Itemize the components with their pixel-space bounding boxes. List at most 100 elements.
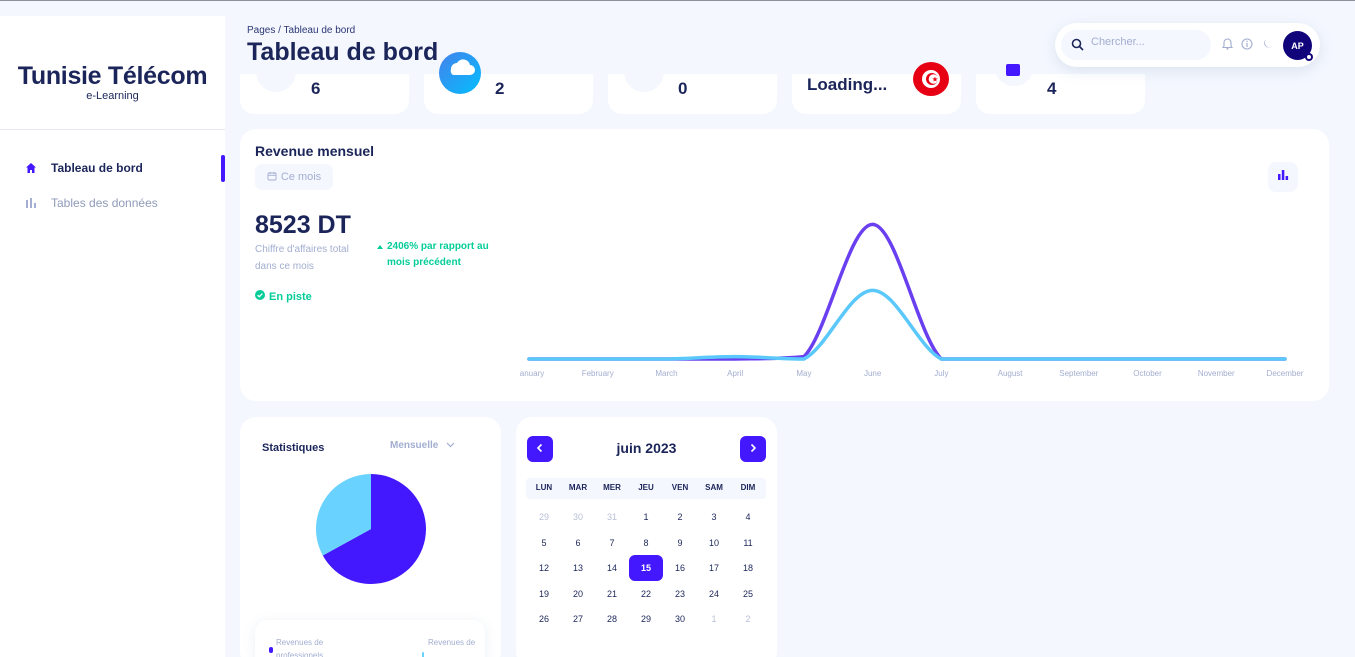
stat-card: 2: [424, 52, 593, 114]
calendar-weekday: SAM: [705, 483, 723, 492]
legend-label: Revenues de professionels: [276, 638, 324, 657]
calendar-prev-button[interactable]: [527, 436, 553, 462]
calendar-day[interactable]: 26: [527, 614, 561, 624]
period-select-value: Mensuelle: [390, 440, 439, 451]
x-tick-label: March: [655, 369, 678, 378]
breadcrumb[interactable]: Pages / Tableau de bord: [247, 25, 355, 36]
legend-dot: [422, 652, 424, 657]
series-line-1: [527, 222, 1287, 361]
info-icon[interactable]: [1240, 37, 1254, 51]
calendar-weekday: JEU: [638, 483, 654, 492]
stat-value: 6: [311, 79, 321, 98]
x-tick-label: July: [934, 369, 949, 378]
calendar-day[interactable]: 24: [697, 589, 731, 599]
calendar-day[interactable]: 23: [663, 589, 697, 599]
sidebar-item-tableau-de-bord[interactable]: Tableau de bord: [24, 158, 143, 178]
calendar-day[interactable]: 10: [697, 538, 731, 548]
calendar-day[interactable]: 30: [561, 512, 595, 522]
calendar-day[interactable]: 28: [595, 614, 629, 624]
x-tick-label: May: [796, 369, 812, 378]
stat-value: Loading...: [807, 75, 888, 94]
calendar-day[interactable]: 30: [663, 614, 697, 624]
calendar-day[interactable]: 11: [731, 538, 765, 548]
revenue-card: Revenue mensuel Ce mois 8523 DT Chiffre …: [240, 129, 1329, 401]
calendar-day[interactable]: 16: [663, 563, 697, 573]
calendar-day[interactable]: 29: [527, 512, 561, 522]
calendar-day[interactable]: 8: [629, 538, 663, 548]
calendar-day[interactable]: 1: [629, 512, 663, 522]
calendar-day[interactable]: 20: [561, 589, 595, 599]
legend-dot: [269, 647, 273, 653]
calendar-card: juin 2023 LUN MAR MER JEU VEN SAM DIM 29 30 31 1 2 3…: [516, 417, 777, 657]
bell-icon[interactable]: [1220, 37, 1234, 51]
x-tick-label: anuary: [519, 369, 545, 378]
calendar-day[interactable]: 25: [731, 589, 765, 599]
calendar-day[interactable]: 2: [663, 512, 697, 522]
calendar-day[interactable]: 5: [527, 538, 561, 548]
x-tick-label: April: [727, 369, 744, 378]
topbar: AP: [1055, 23, 1320, 67]
active-indicator: [221, 155, 225, 182]
calendar-day[interactable]: 17: [697, 563, 731, 573]
x-tick-label: October: [1133, 369, 1162, 378]
home-icon: [24, 161, 38, 175]
stat-value: 0: [678, 79, 688, 98]
statistics-card: Statistiques Mensuelle Revenues de profe…: [240, 417, 501, 657]
calendar-day[interactable]: 6: [561, 538, 595, 548]
moon-icon[interactable]: [1261, 37, 1275, 51]
bar-chart-icon: [24, 196, 38, 210]
chevron-right-icon: [749, 440, 757, 458]
calendar-day[interactable]: 7: [595, 538, 629, 548]
calendar-next-button[interactable]: [740, 436, 766, 462]
stat-card: 6: [240, 52, 409, 114]
calendar-day[interactable]: 21: [595, 589, 629, 599]
x-tick-label: September: [1059, 369, 1099, 378]
calendar-day[interactable]: 9: [663, 538, 697, 548]
calendar-weekday: LUN: [535, 483, 553, 492]
stat-value: 2: [495, 79, 505, 98]
calendar-day[interactable]: 12: [527, 563, 561, 573]
page-title: Tableau de bord: [247, 38, 439, 66]
calendar-day[interactable]: 22: [629, 589, 663, 599]
calendar-day[interactable]: 13: [561, 563, 595, 573]
statistics-pie-chart: [316, 474, 426, 584]
stat-card: 4: [976, 52, 1145, 114]
x-tick-label: February: [581, 369, 614, 378]
top-border: [0, 0, 1355, 1]
calendar-day[interactable]: 18: [731, 563, 765, 573]
brand-title: Tunisie Télécom: [17, 62, 208, 90]
sidebar-item-tables-des-donnees[interactable]: Tables des données: [24, 193, 158, 213]
x-tick-label: November: [1197, 369, 1235, 378]
x-tick-label: June: [863, 369, 882, 378]
calendar-day[interactable]: 29: [629, 614, 663, 624]
avatar-status-dot: [1305, 53, 1313, 61]
sidebar-item-label: Tables des données: [51, 196, 158, 210]
stat-card: 0: [608, 52, 777, 114]
sidebar-divider: [0, 129, 225, 130]
calendar-title: juin 2023: [616, 440, 677, 456]
calendar-day[interactable]: 1: [697, 614, 731, 624]
calendar-weekday: MAR: [568, 483, 588, 492]
search-input[interactable]: [1091, 36, 1201, 48]
tunisia-flag-icon: [913, 62, 949, 96]
calendar-day[interactable]: 3: [697, 512, 731, 522]
calendar-day[interactable]: 27: [561, 614, 595, 624]
statistics-title: Statistiques: [262, 442, 325, 454]
calendar-day[interactable]: 4: [731, 512, 765, 522]
calendar-day[interactable]: 14: [595, 563, 629, 573]
stat-card: Loading...: [792, 62, 961, 114]
search-icon: [1071, 38, 1084, 56]
calendar-day[interactable]: 19: [527, 589, 561, 599]
cloud-icon: [439, 52, 481, 94]
task-icon: [995, 52, 1033, 86]
calendar-day[interactable]: 2: [731, 614, 765, 624]
chevron-down-icon: [446, 440, 455, 451]
legend-label: Revenues de: [428, 638, 476, 647]
calendar-weekday: MER: [603, 483, 621, 492]
calendar-day[interactable]: 15: [629, 563, 663, 573]
period-select[interactable]: Mensuelle: [390, 440, 455, 451]
calendar-day[interactable]: 31: [595, 512, 629, 522]
brand-subtitle: e-Learning: [86, 90, 139, 102]
series-line-2: [527, 288, 1287, 361]
sidebar-item-label: Tableau de bord: [51, 161, 143, 175]
